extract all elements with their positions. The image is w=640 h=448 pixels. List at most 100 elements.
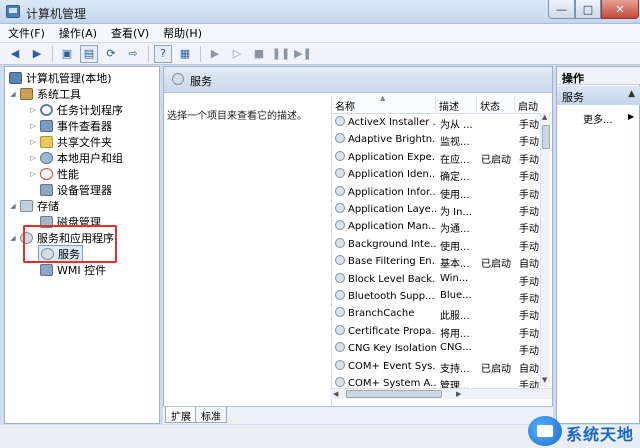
service-row[interactable]: Certificate Propa... 将用... 手动 [332, 324, 542, 341]
expand-icon[interactable]: ▷ [29, 154, 37, 162]
vertical-scroll-thumb[interactable] [542, 125, 550, 149]
service-row[interactable]: Application Infor... 使用... 手动 [332, 185, 542, 202]
tab-standard[interactable]: 标准 [195, 407, 227, 423]
gear-icon [335, 342, 345, 353]
menu-view[interactable]: 查看(V) [111, 25, 149, 41]
folder-icon [40, 136, 53, 148]
menu-action[interactable]: 操作(A) [59, 25, 97, 41]
watermark-logo [528, 416, 562, 446]
more-actions-link[interactable]: 更多... [583, 111, 613, 126]
tree-item-device-manager[interactable]: 设备管理器 [40, 182, 112, 198]
scroll-right-icon[interactable]: ▶ [456, 390, 461, 398]
service-status: 已启动 [481, 363, 511, 375]
expand-icon[interactable]: ▷ [29, 138, 37, 146]
tab-extended[interactable]: 扩展 [165, 407, 197, 423]
service-row[interactable]: Base Filtering En... 基本... 已启动 自动 [332, 254, 542, 271]
show-hide-tree-icon[interactable]: ▤ [80, 44, 98, 63]
tree-item-local-users[interactable]: ▷ 本地用户和组 [29, 150, 123, 166]
service-name: Certificate Propa... [335, 324, 436, 337]
service-row[interactable]: CNG Key Isolation CNG... 手动 [332, 341, 542, 358]
service-description: 为从 ... [440, 120, 473, 131]
service-name: Bluetooth Supp... [335, 290, 436, 302]
service-row[interactable]: COM+ Event Sys... 支持... 已启动 自动 [332, 359, 542, 376]
service-row[interactable]: Background Inte... 使用... 手动 [332, 237, 542, 254]
toolbar: ◀ ▶ ▣ ▤ ⟳ ⇨ ? ▦ ▶ ▷ ■ ❚❚ ▶❚ [0, 43, 640, 65]
services-pane: 服务 选择一个项目来查看它的描述。 ▲ 名称 描述 状态 启动 ActiveX … [163, 66, 553, 424]
collapse-icon[interactable]: ◢ [9, 234, 17, 242]
service-description: 此服... [440, 311, 470, 323]
tree-item-shared-folders[interactable]: ▷ 共享文件夹 [29, 134, 112, 150]
column-header-description[interactable]: 描述 [436, 96, 477, 114]
services-list: ▲ 名称 描述 状态 启动 ActiveX Installer ... 为从 ..… [331, 96, 552, 407]
gear-icon [335, 324, 345, 335]
tree-item-system-tools[interactable]: ◢ 系统工具 [9, 86, 81, 102]
scroll-up-icon[interactable]: ▲ [542, 113, 547, 121]
actions-section-services[interactable]: 服务 ▲ [557, 86, 640, 105]
tree-item-wmi[interactable]: WMI 控件 [40, 262, 106, 278]
expand-icon[interactable]: ▷ [29, 122, 37, 130]
submenu-arrow-icon: ▶ [628, 112, 635, 121]
service-row[interactable]: Block Level Back... Win... 手动 [332, 272, 542, 289]
gear-icon [335, 290, 345, 300]
tree-item-root[interactable]: 计算机管理(本地) [9, 70, 112, 86]
services-header: 服务 [164, 67, 552, 93]
service-row[interactable]: Application Expe... 在应... 已启动 手动 [332, 150, 542, 167]
stop-icon[interactable]: ■ [250, 45, 268, 63]
expand-icon[interactable]: ▷ [29, 106, 37, 114]
service-description: Blue... [440, 290, 472, 301]
service-row[interactable]: Application Man... 为通... 手动 [332, 219, 542, 236]
service-name: Background Inte... [335, 237, 436, 250]
service-description: CNG... [440, 342, 472, 354]
services-header-title: 服务 [190, 75, 212, 88]
up-folder-icon[interactable]: ▣ [58, 45, 76, 63]
expand-icon[interactable]: ▷ [29, 170, 37, 178]
toolbar-separator [52, 45, 53, 62]
computer-management-icon [6, 5, 20, 18]
play-icon[interactable]: ▶ [206, 45, 224, 63]
tree-label: 任务计划程序 [57, 104, 123, 117]
service-row[interactable]: Application Laye... 为 In... 手动 [332, 202, 542, 219]
help-icon[interactable]: ? [154, 44, 172, 63]
forward-icon[interactable]: ▶ [28, 45, 46, 63]
service-row[interactable]: BranchCache 此服... 手动 [332, 306, 542, 323]
column-header-status[interactable]: 状态 [477, 96, 515, 114]
column-header-startup[interactable]: 启动 [515, 96, 552, 114]
search-icon [172, 73, 184, 85]
minimize-button[interactable]: — [548, 0, 575, 19]
gear-icon [335, 185, 345, 196]
tree-item-task-scheduler[interactable]: ▷ 任务计划程序 [29, 102, 123, 118]
gear-icon [335, 307, 345, 318]
play-alt-icon[interactable]: ▷ [228, 45, 246, 63]
refresh-icon[interactable]: ⟳ [102, 45, 120, 63]
scroll-down-icon[interactable]: ▼ [542, 376, 547, 384]
service-row[interactable]: ActiveX Installer ... 为从 ... 手动 [332, 115, 542, 132]
collapse-icon[interactable]: ◢ [9, 90, 17, 98]
service-row[interactable]: Adaptive Brightn... 监视... 手动 [332, 132, 542, 149]
tree-item-event-viewer[interactable]: ▷ 事件查看器 [29, 118, 112, 134]
back-icon[interactable]: ◀ [6, 45, 24, 63]
collapse-up-icon[interactable]: ▲ [628, 89, 635, 99]
vertical-scrollbar[interactable]: ▲ ▼ [540, 113, 550, 387]
menu-help[interactable]: 帮助(H) [163, 25, 202, 41]
restart-icon[interactable]: ▶❚ [294, 45, 312, 63]
service-description: 使用... [440, 241, 470, 253]
close-button[interactable]: ✕ [601, 0, 639, 19]
menu-file[interactable]: 文件(F) [8, 25, 45, 41]
maximize-button[interactable]: □ [575, 0, 601, 19]
horizontal-scroll-thumb[interactable] [346, 390, 442, 398]
tree-item-performance[interactable]: ▷ 性能 [29, 166, 79, 182]
export-icon[interactable]: ⇨ [124, 45, 142, 63]
column-header-name[interactable]: ▲ 名称 [332, 96, 436, 114]
users-icon [40, 152, 53, 164]
service-row[interactable]: Application Iden... 确定... 手动 [332, 167, 542, 184]
gear-icon [335, 168, 345, 179]
scroll-left-icon[interactable]: ◀ [333, 390, 338, 398]
service-row[interactable]: Bluetooth Supp... Blue... 手动 [332, 289, 542, 306]
pause-icon[interactable]: ❚❚ [272, 45, 290, 63]
tree-item-storage[interactable]: ◢ 存储 [9, 198, 59, 214]
gear-icon [335, 359, 345, 370]
horizontal-scrollbar[interactable]: ◀ ▶ [330, 388, 552, 399]
properties-icon[interactable]: ▦ [176, 45, 194, 63]
service-name: Application Iden... [335, 168, 436, 180]
collapse-icon[interactable]: ◢ [9, 202, 17, 210]
